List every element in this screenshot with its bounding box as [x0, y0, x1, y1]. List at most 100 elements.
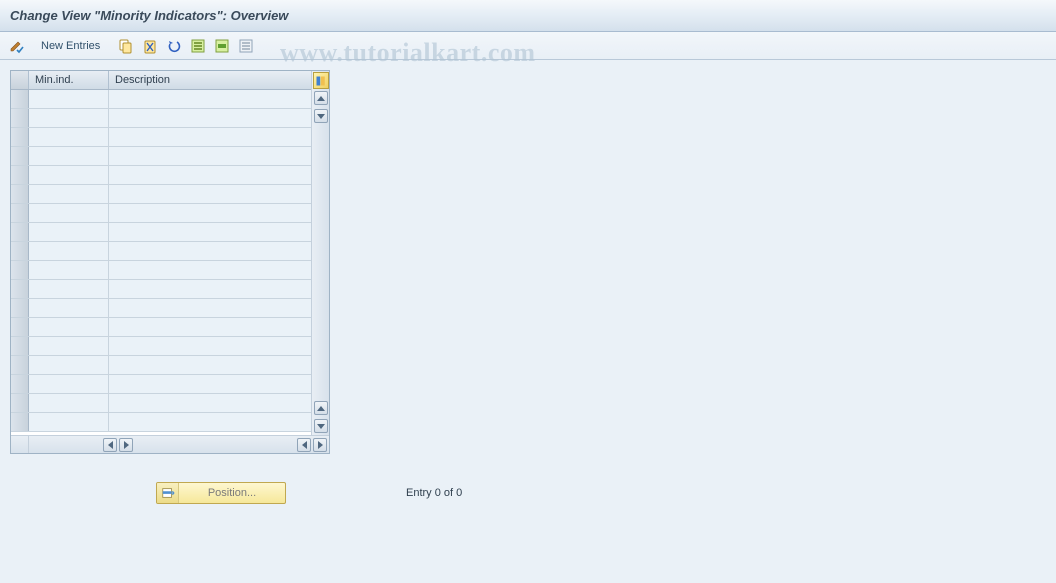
table-control: Min.ind. Description [10, 70, 330, 454]
row-selector[interactable] [11, 299, 29, 317]
cell-description[interactable] [109, 375, 311, 393]
chevron-left-icon [302, 441, 307, 449]
row-selector[interactable] [11, 356, 29, 374]
table-config-icon [315, 75, 327, 87]
row-selector[interactable] [11, 280, 29, 298]
select-all-icon [190, 38, 206, 54]
table-row [11, 375, 311, 394]
copy-as-button[interactable] [115, 36, 137, 56]
row-selector[interactable] [11, 185, 29, 203]
cell-min-ind[interactable] [29, 413, 109, 431]
toggle-change-button[interactable] [6, 36, 28, 56]
cell-min-ind[interactable] [29, 204, 109, 222]
column-header-min-ind[interactable]: Min.ind. [29, 71, 109, 89]
cell-description[interactable] [109, 204, 311, 222]
row-selector[interactable] [11, 223, 29, 241]
table-row [11, 109, 311, 128]
cell-min-ind[interactable] [29, 109, 109, 127]
new-entries-button[interactable]: New Entries [32, 36, 109, 56]
cell-min-ind[interactable] [29, 375, 109, 393]
cell-min-ind[interactable] [29, 356, 109, 374]
row-selector[interactable] [11, 375, 29, 393]
cell-description[interactable] [109, 394, 311, 412]
cell-min-ind[interactable] [29, 185, 109, 203]
chevron-down-icon [317, 114, 325, 119]
page-title: Change View "Minority Indicators": Overv… [10, 8, 288, 23]
cell-description[interactable] [109, 261, 311, 279]
row-selector[interactable] [11, 394, 29, 412]
cell-description[interactable] [109, 299, 311, 317]
scroll-right-end-button[interactable] [313, 438, 327, 452]
cell-description[interactable] [109, 337, 311, 355]
row-selector[interactable] [11, 242, 29, 260]
cell-min-ind[interactable] [29, 318, 109, 336]
cell-description[interactable] [109, 318, 311, 336]
row-selector[interactable] [11, 90, 29, 108]
row-selector[interactable] [11, 109, 29, 127]
cell-min-ind[interactable] [29, 394, 109, 412]
row-selector[interactable] [11, 261, 29, 279]
cell-min-ind[interactable] [29, 299, 109, 317]
row-selector[interactable] [11, 413, 29, 431]
deselect-all-button[interactable] [235, 36, 257, 56]
chevron-down-icon [317, 424, 325, 429]
undo-change-button[interactable] [163, 36, 185, 56]
select-all-button[interactable] [187, 36, 209, 56]
cell-description[interactable] [109, 413, 311, 431]
cell-description[interactable] [109, 109, 311, 127]
column-header-description[interactable]: Description [109, 71, 311, 89]
delete-button[interactable] [139, 36, 161, 56]
cell-description[interactable] [109, 185, 311, 203]
row-selector[interactable] [11, 204, 29, 222]
scroll-left-end-button[interactable] [297, 438, 311, 452]
row-selector[interactable] [11, 147, 29, 165]
cell-description[interactable] [109, 280, 311, 298]
cell-min-ind[interactable] [29, 337, 109, 355]
application-toolbar: New Entries [0, 32, 1056, 60]
table-row [11, 223, 311, 242]
row-selector[interactable] [11, 128, 29, 146]
table-row [11, 166, 311, 185]
chevron-up-icon [317, 96, 325, 101]
cell-min-ind[interactable] [29, 90, 109, 108]
scroll-right-button[interactable] [119, 438, 133, 452]
cell-description[interactable] [109, 166, 311, 184]
cell-description[interactable] [109, 147, 311, 165]
cell-min-ind[interactable] [29, 147, 109, 165]
cell-description[interactable] [109, 223, 311, 241]
select-block-button[interactable] [211, 36, 233, 56]
table-row [11, 261, 311, 280]
undo-icon [166, 38, 182, 54]
scroll-up-bottom-button[interactable] [314, 401, 328, 415]
table-row [11, 356, 311, 375]
cell-min-ind[interactable] [29, 261, 109, 279]
copy-icon [118, 38, 134, 54]
cell-description[interactable] [109, 242, 311, 260]
row-selector[interactable] [11, 166, 29, 184]
position-button[interactable]: Position... [156, 482, 286, 504]
cell-min-ind[interactable] [29, 128, 109, 146]
scroll-up-button[interactable] [314, 91, 328, 105]
vertical-scrollbar[interactable] [311, 71, 329, 435]
chevron-left-icon [108, 441, 113, 449]
table-row [11, 242, 311, 261]
row-selector[interactable] [11, 337, 29, 355]
cell-min-ind[interactable] [29, 166, 109, 184]
table-settings-button[interactable] [313, 72, 329, 89]
scroll-left-button[interactable] [103, 438, 117, 452]
scroll-down-bottom-button[interactable] [314, 419, 328, 433]
cell-description[interactable] [109, 128, 311, 146]
cell-min-ind[interactable] [29, 223, 109, 241]
pencil-check-icon [9, 38, 25, 54]
table-select-all-header[interactable] [11, 71, 29, 89]
content-area: Min.ind. Description [0, 60, 1056, 514]
scroll-down-button[interactable] [314, 109, 328, 123]
delete-icon [142, 38, 158, 54]
cell-min-ind[interactable] [29, 242, 109, 260]
cell-min-ind[interactable] [29, 280, 109, 298]
row-selector[interactable] [11, 318, 29, 336]
cell-description[interactable] [109, 356, 311, 374]
cell-description[interactable] [109, 90, 311, 108]
horizontal-scrollbar[interactable] [11, 435, 329, 453]
table-row [11, 204, 311, 223]
